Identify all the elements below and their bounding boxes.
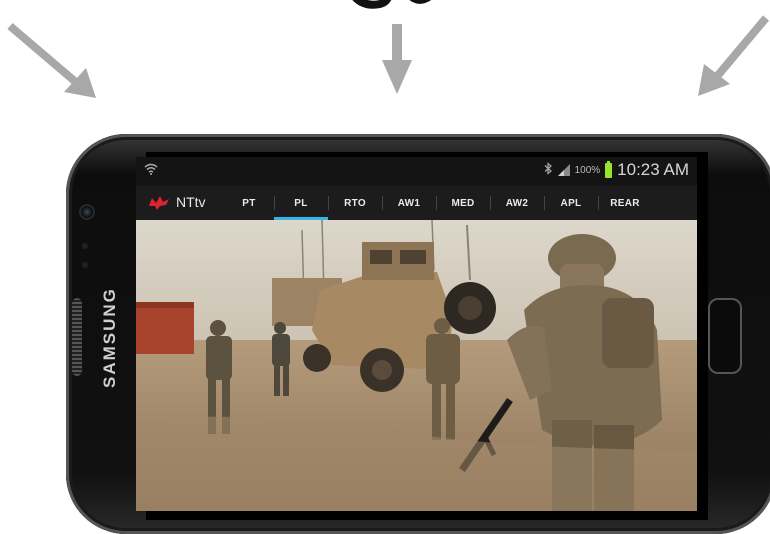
tab-label: RTO xyxy=(344,197,366,209)
tab-label: REAR xyxy=(610,197,640,209)
tab-med[interactable]: MED xyxy=(436,186,490,220)
tab-label: MED xyxy=(451,197,475,209)
arrow-down-icon xyxy=(382,24,412,94)
tab-aw1[interactable]: AW1 xyxy=(382,186,436,220)
app-title: NTtv xyxy=(176,194,206,210)
bluetooth-icon xyxy=(544,162,553,178)
arrow-left-icon xyxy=(7,22,96,98)
tab-apl[interactable]: APL xyxy=(544,186,598,220)
tab-label: PL xyxy=(294,197,308,209)
signal-icon xyxy=(557,164,570,176)
phone-screen: 100% 10:23 AM NTtv PT PL RTO AW1 MED AW2… xyxy=(136,157,697,511)
tab-aw2[interactable]: AW2 xyxy=(490,186,544,220)
home-button[interactable] xyxy=(708,298,742,374)
device-brand: SAMSUNG xyxy=(100,287,119,389)
wifi-icon xyxy=(144,163,158,178)
battery-icon xyxy=(605,160,613,178)
status-time: 10:23 AM xyxy=(617,160,689,179)
arrow-right-icon xyxy=(698,15,770,96)
status-icons: 100% 10:23 AM xyxy=(544,160,689,180)
tab-rear[interactable]: REAR xyxy=(598,186,652,220)
speaker-grille xyxy=(72,298,82,376)
tab-pl[interactable]: PL xyxy=(274,186,328,220)
app-bar: NTtv PT PL RTO AW1 MED AW2 APL REAR xyxy=(136,186,697,221)
tab-label: APL xyxy=(560,197,582,209)
top-graphic-fragment xyxy=(352,0,432,9)
video-frame-image xyxy=(136,220,697,511)
battery-percent: 100% xyxy=(574,164,601,176)
front-camera-icon xyxy=(81,206,93,218)
tab-pt[interactable]: PT xyxy=(224,186,274,220)
sensor-icon xyxy=(82,262,88,268)
tab-label: AW1 xyxy=(397,197,421,209)
app-logo-icon xyxy=(149,196,169,210)
tab-bar: PT PL RTO AW1 MED AW2 APL REAR xyxy=(224,186,652,220)
tab-label: AW2 xyxy=(505,197,529,209)
tab-rto[interactable]: RTO xyxy=(328,186,382,220)
video-feed[interactable] xyxy=(136,220,697,511)
sensor-icon xyxy=(82,243,88,249)
status-bar: 100% 10:23 AM xyxy=(136,157,697,186)
tab-label: PT xyxy=(242,197,256,209)
